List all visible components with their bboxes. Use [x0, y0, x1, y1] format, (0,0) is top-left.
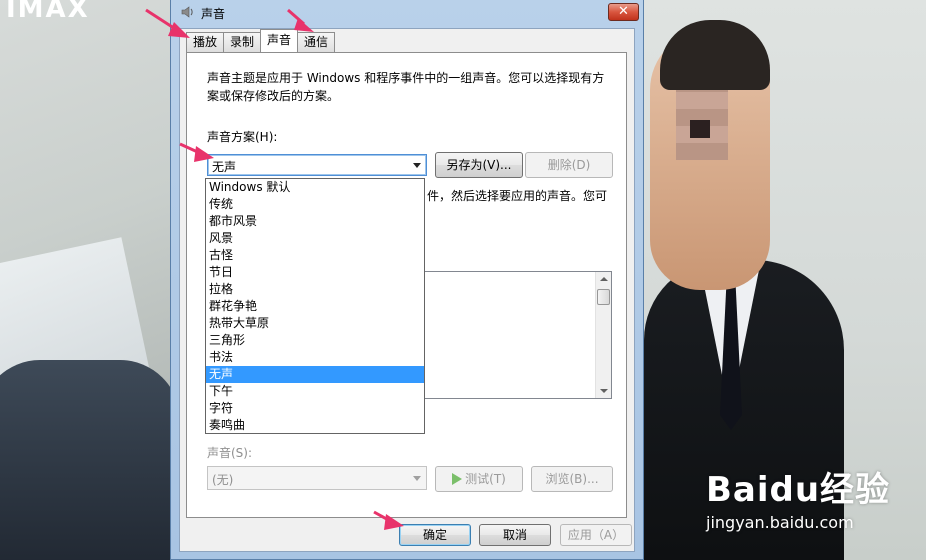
wallpaper-left-scene — [0, 0, 180, 560]
wallpaper-sleeve — [0, 360, 180, 560]
pixelated-eye-region — [676, 90, 728, 160]
sound-label: 声音(S): — [207, 446, 253, 460]
dropdown-option[interactable]: 三角形 — [206, 332, 424, 349]
sound-select-value: (无) — [212, 473, 234, 487]
annotation-arrow-icon — [287, 8, 314, 32]
baidu-watermark: Baidu经验 jingyan.baidu.com — [706, 462, 890, 532]
annotation-arrow-icon — [179, 142, 214, 162]
test-button-label: 测试(T) — [465, 472, 506, 486]
close-icon: ✕ — [618, 4, 629, 19]
sound-scheme-select[interactable]: 无声 — [207, 154, 427, 176]
scroll-up-icon[interactable] — [600, 277, 608, 281]
dropdown-option-selected[interactable]: 无声 — [206, 366, 424, 383]
dropdown-option[interactable]: 古怪 — [206, 247, 424, 264]
sound-dialog: 声音 ✕ 播放 录制 声音 通信 声音主题是应用于 Windows 和程序事件中… — [170, 0, 644, 560]
dropdown-option[interactable]: 传统 — [206, 196, 424, 213]
description-text: 声音主题是应用于 Windows 和程序事件中的一组声音。您可以选择现有方案或保… — [207, 71, 605, 103]
wallpaper-logo: IMAX — [6, 0, 90, 24]
dropdown-option[interactable]: Windows 默认 — [206, 179, 424, 196]
dropdown-option[interactable]: 热带大草原 — [206, 315, 424, 332]
dropdown-option[interactable]: 奏鸣曲 — [206, 417, 424, 434]
dropdown-option[interactable]: 群花争艳 — [206, 298, 424, 315]
annotation-arrow-icon — [373, 510, 404, 530]
scroll-thumb[interactable] — [597, 289, 610, 305]
dropdown-option[interactable]: 拉格 — [206, 281, 424, 298]
delete-button[interactable]: 删除(D) — [525, 152, 613, 178]
watermark-url: jingyan.baidu.com — [706, 513, 854, 532]
test-button[interactable]: 测试(T) — [435, 466, 523, 492]
scroll-down-icon[interactable] — [600, 389, 608, 393]
title-bar[interactable]: 声音 ✕ — [171, 0, 643, 26]
chevron-down-icon — [413, 476, 421, 481]
chevron-down-icon — [413, 163, 421, 168]
watermark-brand: Baidu经验 — [706, 470, 891, 510]
cancel-button[interactable]: 取消 — [479, 524, 551, 546]
dropdown-option[interactable]: 都市风景 — [206, 213, 424, 230]
window-title: 声音 — [201, 7, 226, 21]
dropdown-option[interactable]: 下午 — [206, 383, 424, 400]
browse-button[interactable]: 浏览(B)... — [531, 466, 613, 492]
play-icon — [452, 473, 463, 485]
close-button[interactable]: ✕ — [608, 3, 639, 21]
tab-recording[interactable]: 录制 — [223, 32, 262, 52]
dropdown-option[interactable]: 风景 — [206, 230, 424, 247]
annotation-arrow-icon — [145, 8, 190, 38]
save-as-button[interactable]: 另存为(V)... — [435, 152, 523, 178]
sound-select[interactable]: (无) — [207, 466, 427, 490]
apply-button[interactable]: 应用（A） — [560, 524, 632, 546]
dropdown-option[interactable]: 节日 — [206, 264, 424, 281]
dropdown-option[interactable]: 字符 — [206, 400, 424, 417]
list-scrollbar[interactable] — [595, 272, 611, 398]
dropdown-option[interactable]: 书法 — [206, 349, 424, 366]
sound-scheme-dropdown-list[interactable]: Windows 默认 传统 都市风景 风景 古怪 节日 拉格 群花争艳 热带大草… — [205, 178, 425, 434]
instruction-text: 件，然后选择要应用的声音。您可 — [427, 189, 608, 203]
